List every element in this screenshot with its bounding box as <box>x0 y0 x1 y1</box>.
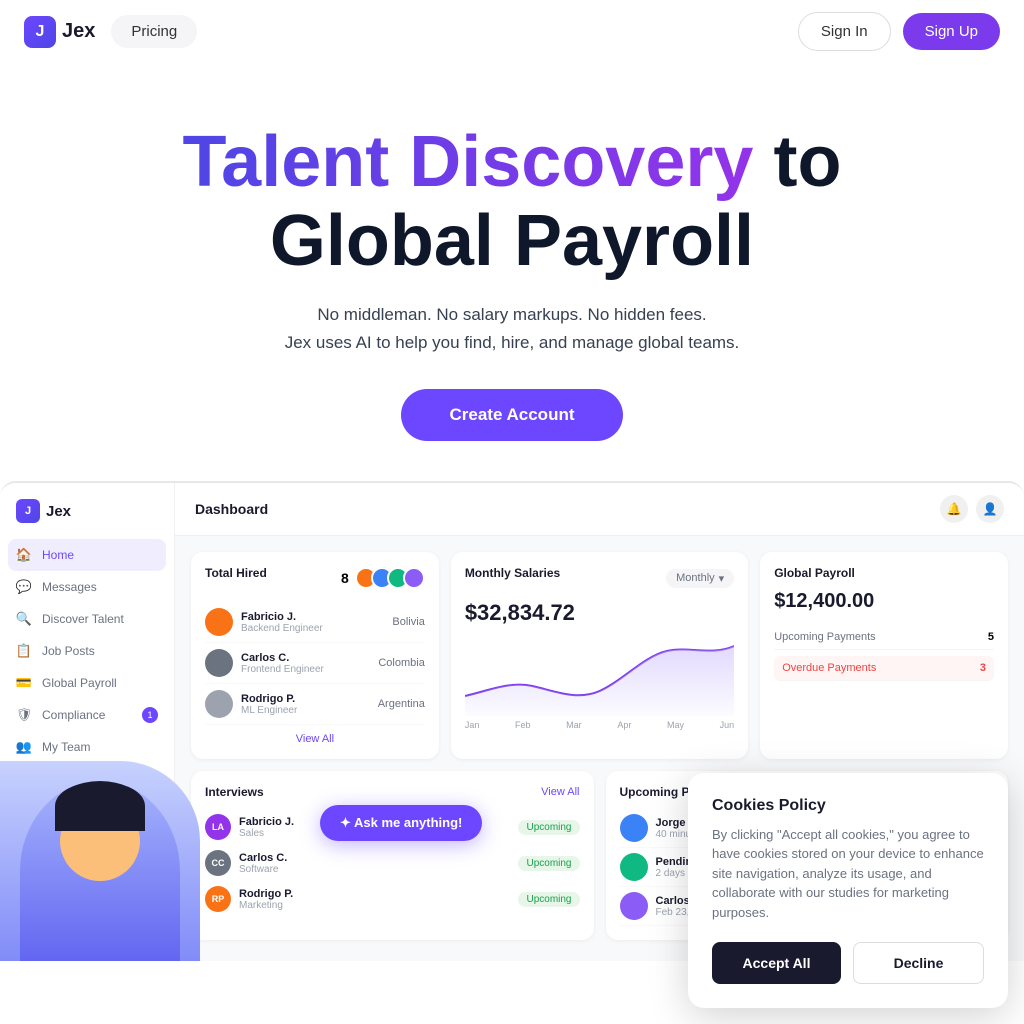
accept-cookies-button[interactable]: Accept All <box>712 942 841 984</box>
ai-assistant-button[interactable]: ✦ Ask me anything! <box>320 805 482 841</box>
discover-icon: 🔍 <box>16 611 32 627</box>
employee-row-1: Fabricio J. Backend Engineer Bolivia <box>205 602 425 643</box>
logo: J Jex <box>24 16 95 48</box>
myteam-icon: 👥 <box>16 739 32 755</box>
sidebar-item-jobposts[interactable]: 📋 Job Posts <box>0 635 174 667</box>
payroll-icon: 💳 <box>16 675 32 691</box>
decline-cookies-button[interactable]: Decline <box>853 942 984 984</box>
dashboard-title: Dashboard <box>195 501 268 517</box>
monthly-salaries-card: Monthly Salaries Monthly ▾ $32,834.72 <box>451 552 748 759</box>
sidebar-item-compliance[interactable]: 🛡 Compliance 1 <box>0 699 174 731</box>
create-account-button[interactable]: Create Account <box>401 389 622 441</box>
employee-row-2: Carlos C. Frontend Engineer Colombia <box>205 643 425 684</box>
global-payroll-card: Global Payroll $12,400.00 Upcoming Payme… <box>760 552 1008 759</box>
global-payroll-label: Global Payroll <box>774 566 994 580</box>
interview-status-3: Upcoming <box>518 892 579 907</box>
overdue-payments-row: Overdue Payments 3 <box>774 656 994 681</box>
person-illustration <box>0 761 200 961</box>
emp-avatar-2 <box>205 649 233 677</box>
sidebar-item-myteam[interactable]: 👥 My Team <box>0 731 174 763</box>
emp-avatar-1 <box>205 608 233 636</box>
hero-section: Talent Discovery toGlobal Payroll No mid… <box>0 63 1024 481</box>
up-avatar-3 <box>620 892 648 920</box>
messages-icon: 💬 <box>16 579 32 595</box>
compliance-icon: 🛡 <box>16 707 32 723</box>
cookie-banner: Cookies Policy By clicking "Accept all c… <box>688 773 1008 1009</box>
int-avatar-1: LA <box>205 814 231 840</box>
sidebar-item-payroll[interactable]: 💳 Global Payroll <box>0 667 174 699</box>
interview-status-1: Upcoming <box>518 820 579 835</box>
hero-headline-gradient: Talent Discovery <box>183 122 754 202</box>
chart-labels: Jan Feb Mar Apr May Jun <box>465 720 734 730</box>
interview-row-3: RP Rodrigo P. Marketing Upcoming <box>205 881 580 917</box>
up-avatar-1 <box>620 814 648 842</box>
dashboard-header: Dashboard 🔔 👤 <box>175 483 1024 536</box>
up-avatar-2 <box>620 853 648 881</box>
jobposts-icon: 📋 <box>16 643 32 659</box>
interview-status-2: Upcoming <box>518 856 579 871</box>
salary-amount: $32,834.72 <box>465 600 734 626</box>
sidebar-item-home[interactable]: 🏠 Home <box>8 539 166 571</box>
dashboard-logo: J Jex <box>0 499 174 539</box>
navigation: J Jex Pricing Sign In Sign Up <box>0 0 1024 63</box>
hired-avatars <box>355 567 425 589</box>
monthly-salaries-label: Monthly Salaries <box>465 566 560 580</box>
salary-chart <box>465 636 734 716</box>
signin-button[interactable]: Sign In <box>798 12 891 51</box>
view-all-interviews[interactable]: View All <box>541 786 579 798</box>
dashboard-logo-icon: J <box>16 499 40 523</box>
home-icon: 🏠 <box>16 547 32 563</box>
interviews-card: Interviews View All LA Fabricio J. Sales… <box>191 771 594 940</box>
avatar-icon[interactable]: 👤 <box>976 495 1004 523</box>
sidebar-item-discover[interactable]: 🔍 Discover Talent <box>0 603 174 635</box>
int-avatar-3: RP <box>205 886 231 912</box>
emp-avatar-3 <box>205 690 233 718</box>
interviews-label: Interviews <box>205 785 264 799</box>
int-avatar-2: CC <box>205 850 231 876</box>
payroll-amount: $12,400.00 <box>774 590 994 613</box>
notification-icon[interactable]: 🔔 <box>940 495 968 523</box>
employee-row-3: Rodrigo P. ML Engineer Argentina <box>205 684 425 725</box>
logo-icon: J <box>24 16 56 48</box>
compliance-badge: 1 <box>142 707 158 723</box>
header-icons: 🔔 👤 <box>940 495 1004 523</box>
total-hired-count: 8 <box>341 570 349 586</box>
cookie-actions: Accept All Decline <box>712 942 984 984</box>
cookie-title: Cookies Policy <box>712 797 984 815</box>
total-hired-label: Total Hired <box>205 566 267 580</box>
sidebar-item-messages[interactable]: 💬 Messages <box>0 571 174 603</box>
hero-subtext-1: No middleman. No salary markups. No hidd… <box>20 305 1004 325</box>
view-all-employees[interactable]: View All <box>205 733 425 745</box>
total-hired-card: Total Hired 8 <box>191 552 439 759</box>
pricing-nav-item[interactable]: Pricing <box>111 15 197 48</box>
interview-row-2: CC Carlos C. Software Upcoming <box>205 845 580 881</box>
signup-button[interactable]: Sign Up <box>903 13 1000 50</box>
avatar-4 <box>403 567 425 589</box>
upcoming-payments-row: Upcoming Payments 5 <box>774 625 994 650</box>
monthly-filter[interactable]: Monthly ▾ <box>666 569 734 588</box>
hero-subtext-2: Jex uses AI to help you find, hire, and … <box>20 333 1004 353</box>
hero-headline: Talent Discovery toGlobal Payroll <box>20 123 1004 281</box>
cookie-text: By clicking "Accept all cookies," you ag… <box>712 825 984 923</box>
nav-right: Sign In Sign Up <box>798 12 1000 51</box>
